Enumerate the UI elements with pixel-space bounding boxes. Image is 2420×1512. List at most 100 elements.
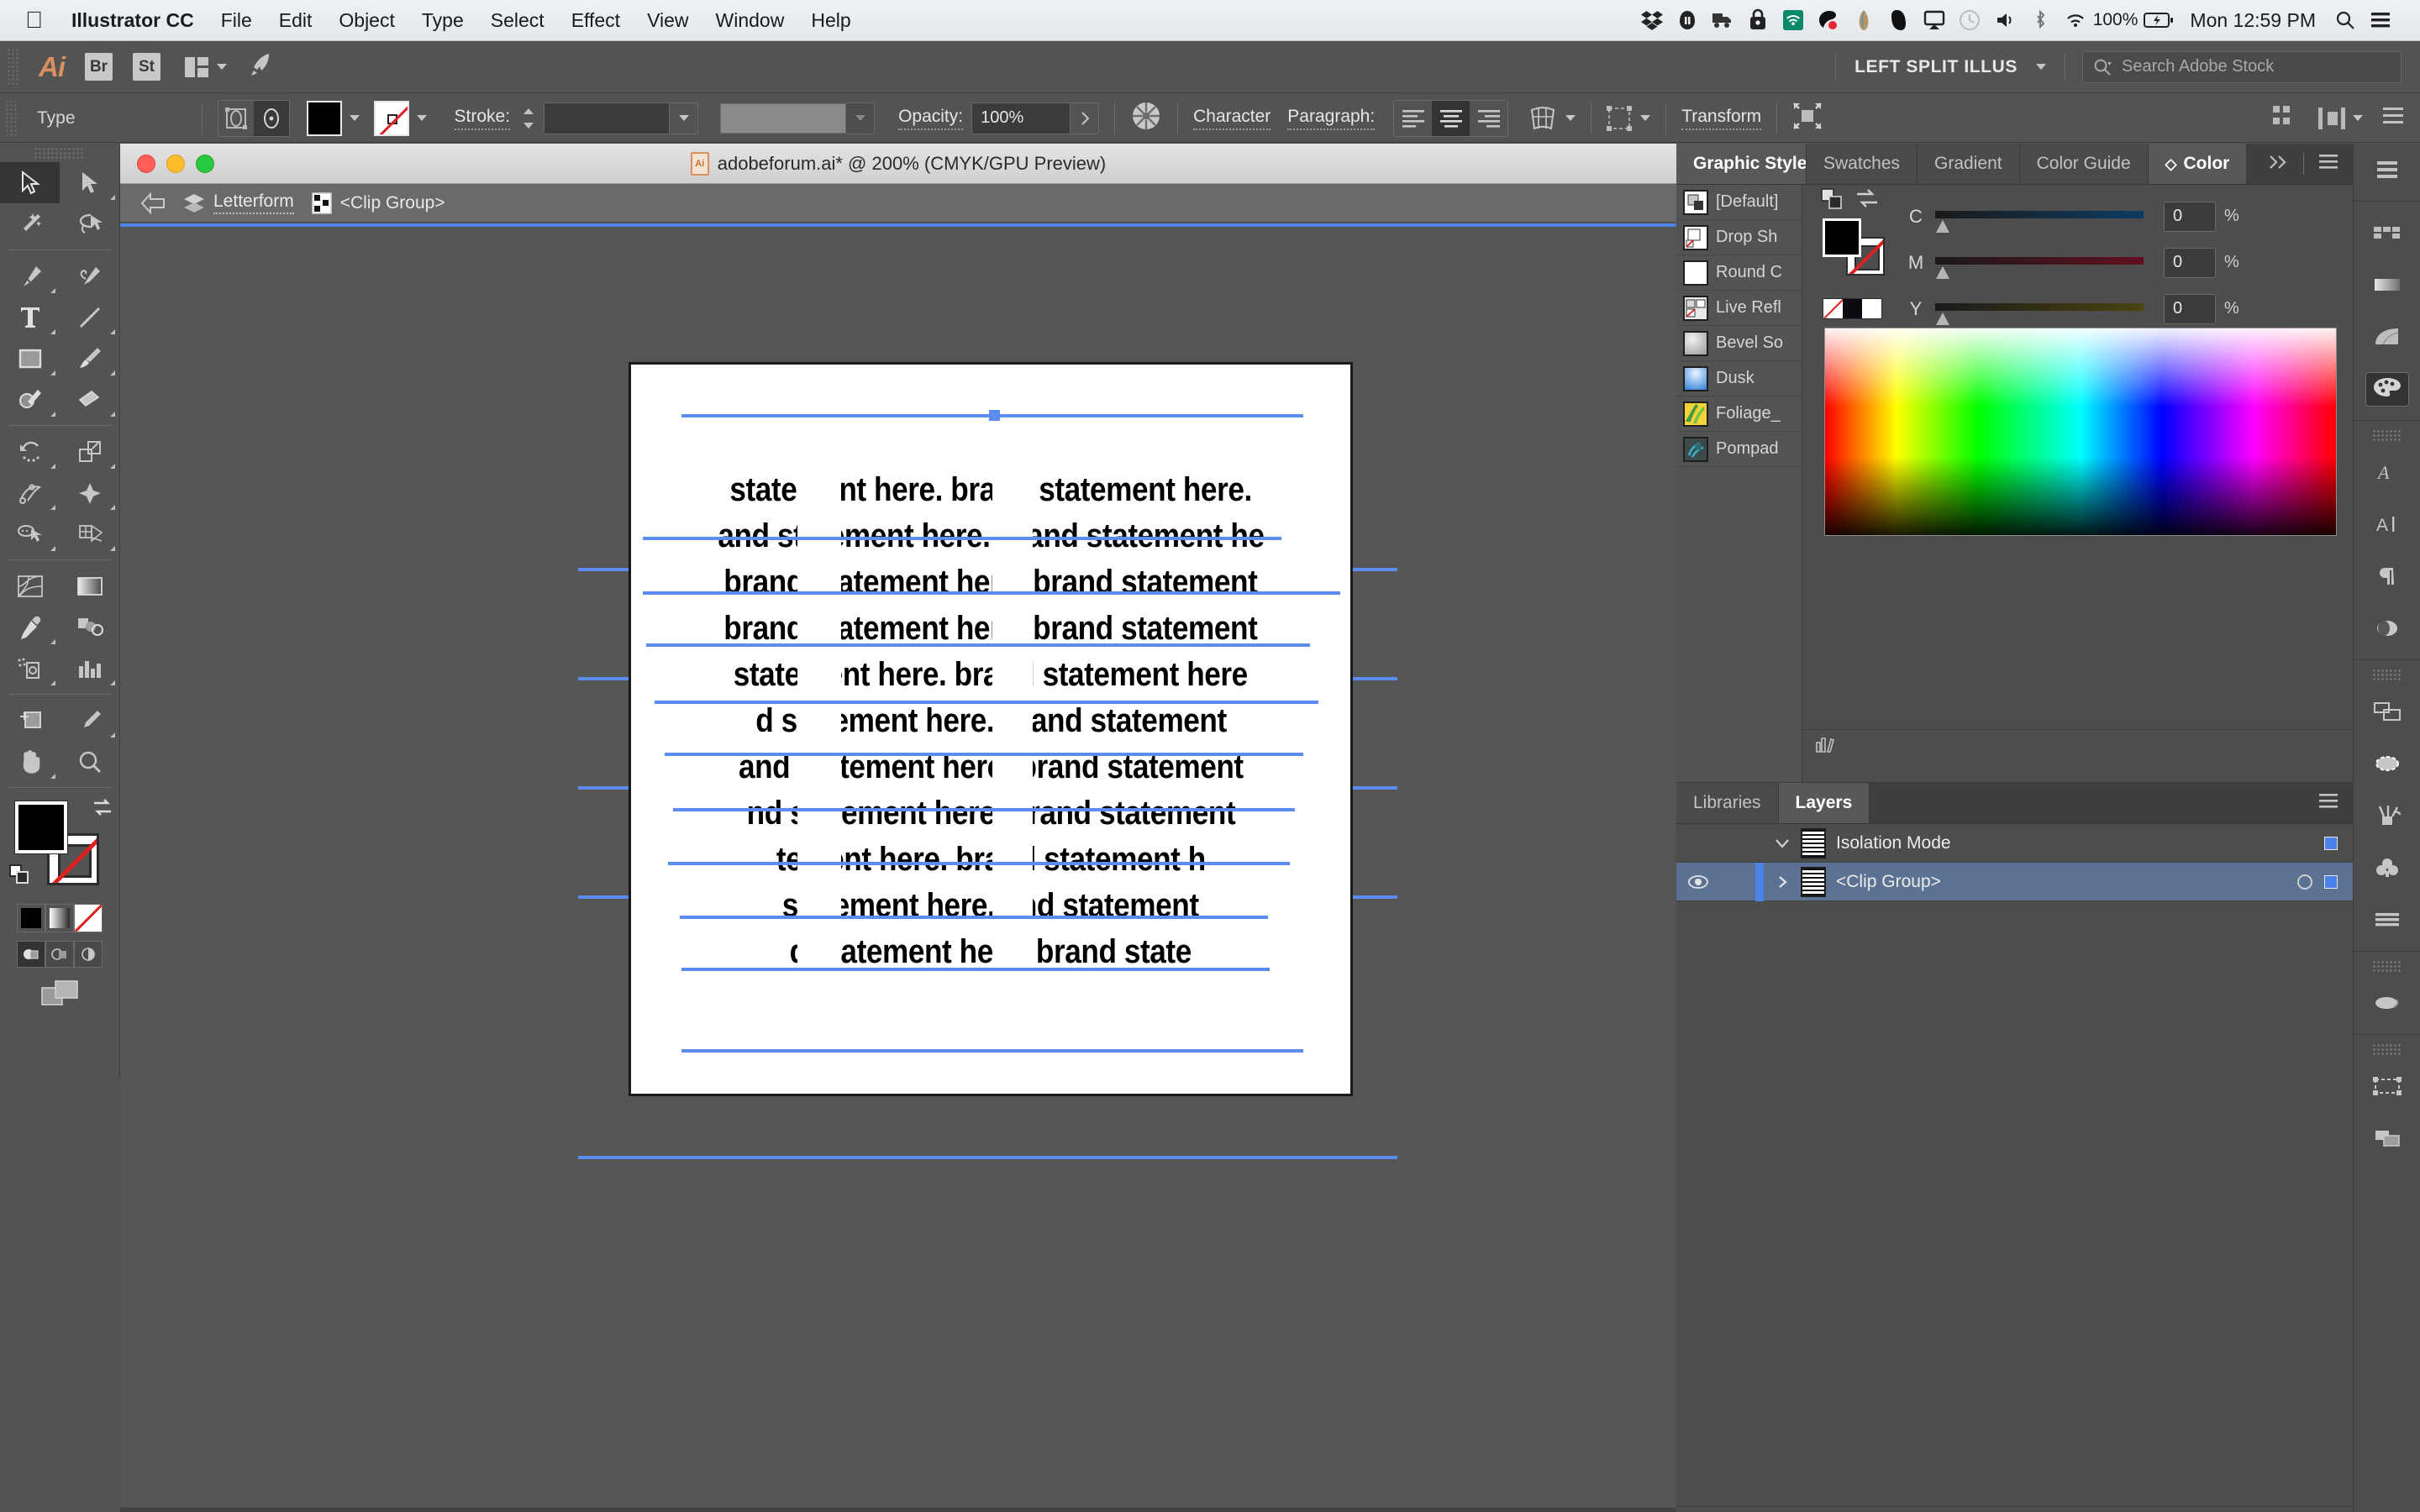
tab-gradient[interactable]: Gradient: [1918, 144, 2020, 184]
menu-edit[interactable]: Edit: [266, 0, 326, 41]
align-center-icon[interactable]: [1432, 100, 1470, 136]
color-ramp-icon[interactable]: [1814, 736, 1836, 759]
menu-illustrator-cc[interactable]: Illustrator CC: [58, 0, 208, 41]
color-mode-solid[interactable]: [17, 904, 45, 932]
stroke-color-control[interactable]: [373, 100, 434, 136]
search-icon[interactable]: [2328, 0, 2363, 41]
gradient-tool[interactable]: [60, 565, 119, 606]
swap-colors-icon[interactable]: [1854, 188, 1880, 214]
breadcrumb-item-clip-group[interactable]: <Clip Group>: [302, 192, 454, 215]
stroke-profile-control[interactable]: [720, 102, 876, 134]
type-object-toggle[interactable]: [217, 99, 290, 137]
graphic-style-item[interactable]: Drop Sh: [1676, 220, 1802, 255]
glyphs-icon[interactable]: A: [2354, 446, 2420, 498]
stroke-weight-stepper[interactable]: [520, 106, 537, 131]
paintbrush-tool[interactable]: [60, 338, 119, 379]
scale-tool[interactable]: [60, 431, 119, 472]
mesh-tool[interactable]: [0, 565, 60, 606]
transform-icon[interactable]: [2354, 977, 2420, 1029]
draw-behind-icon[interactable]: [45, 941, 74, 968]
clock-icon[interactable]: [1952, 0, 1987, 41]
slider-handle[interactable]: [1935, 312, 1950, 326]
draw-inside-icon[interactable]: [74, 941, 103, 968]
layers-list[interactable]: Isolation Mode <Clip Group>: [1676, 824, 2353, 1506]
perspective-grid-tool[interactable]: [60, 513, 119, 554]
slider-magenta[interactable]: M 0 %: [1903, 239, 2339, 286]
apple-menu-icon[interactable]: : [25, 2, 58, 39]
controlbar-grip[interactable]: [5, 98, 18, 138]
align-left-icon[interactable]: [1394, 100, 1433, 136]
slider-track[interactable]: [1935, 211, 2144, 233]
slider-handle[interactable]: [1935, 266, 1950, 280]
blend-tool[interactable]: [60, 606, 119, 648]
tab-graphic-styles[interactable]: Graphic Styles: [1676, 144, 1807, 184]
volume-icon[interactable]: [1987, 0, 2023, 41]
align-to-artboard-icon[interactable]: [2272, 103, 2301, 133]
menu-help[interactable]: Help: [797, 0, 864, 41]
pathfinder-icon[interactable]: [2354, 1112, 2420, 1164]
stroke-dropdown-arrow[interactable]: [409, 101, 434, 136]
tab-swatches[interactable]: Swatches: [1807, 144, 1918, 184]
panel-menu-icon[interactable]: [2354, 144, 2420, 196]
slider-value[interactable]: 0: [2164, 201, 2216, 232]
battery-icon[interactable]: [2141, 0, 2176, 41]
character-panel-link[interactable]: Character: [1193, 107, 1271, 130]
stroke-weight-value[interactable]: [544, 102, 671, 134]
selection-indicator[interactable]: [2324, 874, 2338, 889]
magic-wand-tool[interactable]: [0, 203, 60, 244]
brushes-icon[interactable]: [2354, 790, 2420, 842]
workspace-name[interactable]: LEFT SPLIT ILLUS: [1836, 57, 2036, 77]
graphic-style-item[interactable]: Bevel So: [1676, 326, 1802, 361]
wifi-icon[interactable]: [2058, 0, 2093, 41]
anchor-point[interactable]: [989, 410, 1000, 421]
dropbox-icon[interactable]: [1634, 0, 1670, 41]
tab-layers[interactable]: Layers: [1778, 783, 1870, 823]
shape-builder-tool[interactable]: [0, 513, 60, 554]
canvas-area[interactable]: statement here. brand statement here. an…: [120, 223, 1676, 1508]
curvature-tool[interactable]: [60, 255, 119, 297]
type-character-mode-icon[interactable]: [253, 100, 289, 136]
menu-window[interactable]: Window: [702, 0, 798, 41]
selection-tool[interactable]: [0, 162, 60, 203]
column-graph-tool[interactable]: [60, 648, 119, 689]
type-tool[interactable]: [0, 297, 60, 338]
artboard[interactable]: statement here. brand statement here. an…: [629, 362, 1353, 1096]
color-palette-icon[interactable]: [2354, 363, 2420, 415]
eraser-tool[interactable]: [60, 379, 119, 420]
rocket-icon[interactable]: [247, 52, 274, 81]
chevron-down-icon[interactable]: [2036, 64, 2046, 70]
panel-menu-icon[interactable]: [2317, 793, 2339, 814]
selection-indicator[interactable]: [2324, 836, 2338, 850]
tab-color-guide[interactable]: Color Guide: [2019, 144, 2149, 184]
slider-value[interactable]: 0: [2164, 247, 2216, 278]
recolor-artwork-icon[interactable]: [1130, 100, 1162, 136]
table-row[interactable]: <Clip Group>: [1676, 862, 2353, 901]
breadcrumb-back-button[interactable]: [132, 191, 174, 215]
notification-center-icon[interactable]: [2363, 0, 2398, 41]
free-transform-tool[interactable]: [60, 472, 119, 513]
evernote-icon[interactable]: [1881, 0, 1917, 41]
adobe-stock-search[interactable]: Search Adobe Stock: [2082, 50, 2402, 83]
fill-dropdown-arrow[interactable]: [342, 101, 367, 136]
screen-mode-button[interactable]: [0, 979, 119, 1006]
paragraph-icon[interactable]: [2354, 550, 2420, 602]
color-spectrum[interactable]: [1824, 328, 2337, 536]
type-object-mode-icon[interactable]: [218, 100, 254, 136]
pause-icon[interactable]: [1670, 0, 1705, 41]
color-fill-swatch[interactable]: [1823, 218, 1861, 257]
graphic-style-item[interactable]: Dusk: [1676, 361, 1802, 396]
swatches-icon[interactable]: [2354, 207, 2420, 259]
menubar-clock[interactable]: Mon 12:59 PM: [2176, 9, 2328, 32]
menu-select[interactable]: Select: [477, 0, 558, 41]
fill-swatch[interactable]: [306, 100, 342, 136]
swatch-white[interactable]: [1862, 299, 1881, 318]
layer-name[interactable]: <Clip Group>: [1836, 872, 1941, 892]
lasso-tool[interactable]: [60, 203, 119, 244]
fill-indicator[interactable]: [15, 801, 67, 853]
appbar-grip[interactable]: [7, 47, 20, 87]
slider-cyan[interactable]: C 0 %: [1903, 193, 2339, 239]
anchor-point-control[interactable]: [1607, 105, 1651, 131]
slider-value[interactable]: 0: [2164, 293, 2216, 324]
toolbar-grip[interactable]: [34, 147, 86, 160]
menu-file[interactable]: File: [208, 0, 266, 41]
